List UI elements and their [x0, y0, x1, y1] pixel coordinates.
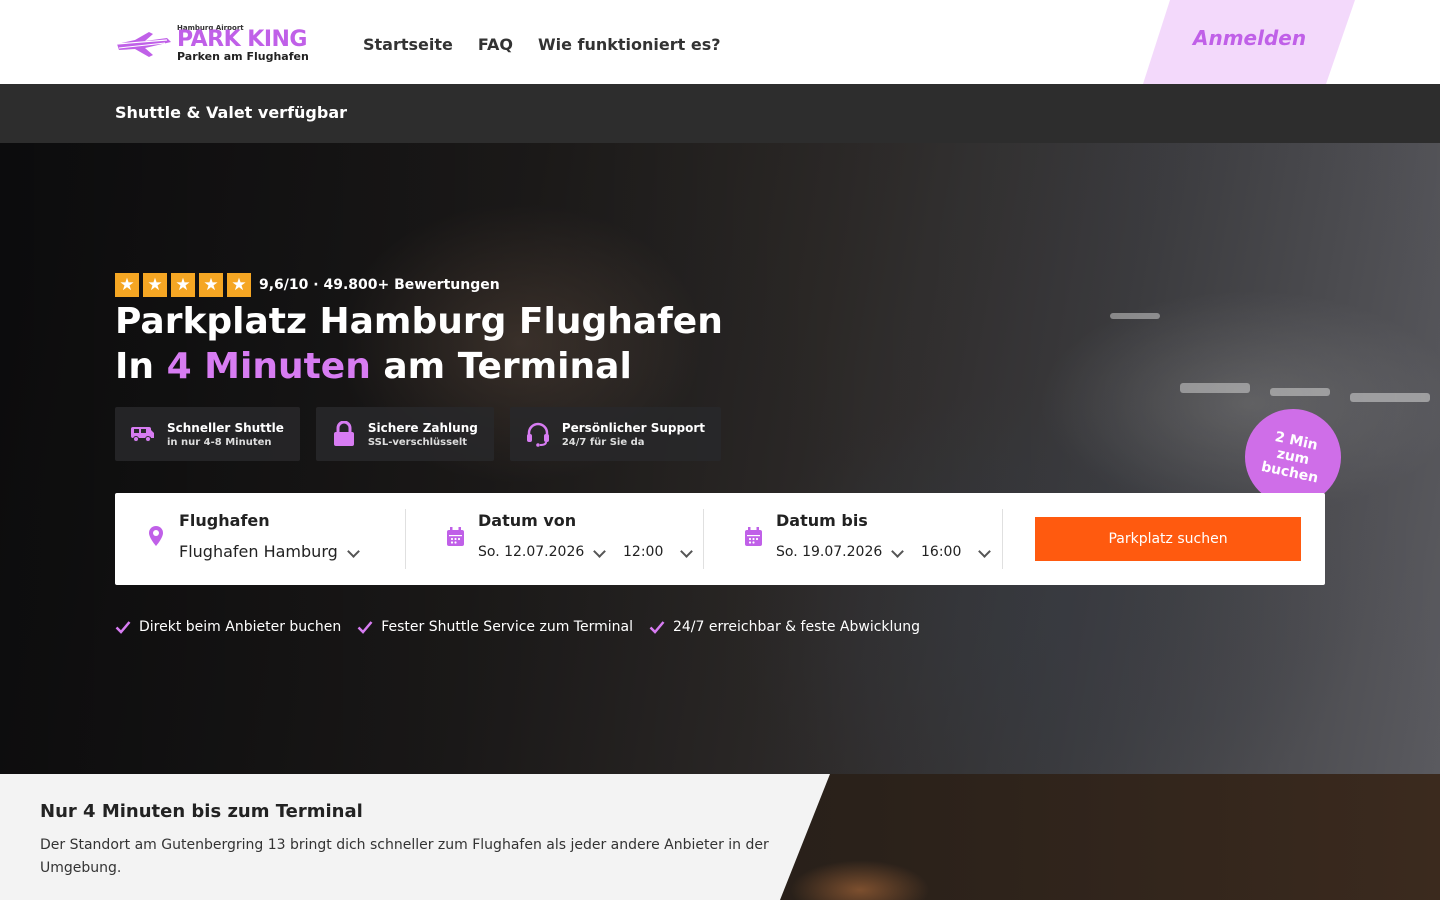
site-header: Hamburg Airport PARK KING Parken am Flug… — [0, 0, 1440, 84]
date-to-time[interactable]: 16:00 — [921, 544, 961, 560]
date-to-label: Datum bis — [776, 511, 868, 530]
logo-brand: PARK KING — [177, 27, 307, 52]
airport-value: Flughafen Hamburg — [179, 542, 338, 561]
hero-title-accent: 4 Minuten — [166, 346, 371, 387]
logo[interactable]: Hamburg Airport PARK KING Parken am Flug… — [115, 24, 315, 64]
info-text: Der Standort am Gutenbergring 13 bringt … — [40, 837, 769, 876]
rating-text: 9,6/10 · 49.800+ Bewertungen — [259, 277, 500, 293]
benefit-item: 24/7 erreichbar & feste Abwicklung — [649, 619, 920, 635]
feature-payment-text: Sichere Zahlung SSL-verschlüsselt — [368, 421, 478, 448]
shuttle-bus-icon — [129, 420, 157, 448]
login-label: Anmelden — [1193, 26, 1307, 50]
hero-section: ★ ★ ★ ★ ★ 9,6/10 · 49.800+ Bewertungen P… — [0, 143, 1440, 774]
date-to-field: Datum bis So. 19.07.2026 16:00 — [704, 493, 1002, 585]
info-bar-text: Shuttle & Valet verfügbar — [115, 103, 348, 122]
bottom-image-glow — [790, 860, 930, 900]
hero-title-line1: Parkplatz Hamburg Flughafen — [115, 301, 723, 342]
chevron-down-icon[interactable] — [593, 545, 606, 558]
feature-payment: Sichere Zahlung SSL-verschlüsselt — [315, 407, 494, 461]
hero-title-suffix: am Terminal — [383, 346, 632, 387]
feature-list: Schneller Shuttle in nur 4-8 Minuten Sic… — [115, 407, 721, 461]
airport-select[interactable]: Flughafen Flughafen Hamburg — [115, 493, 405, 585]
checkmark-icon — [357, 621, 373, 634]
info-bar: Shuttle & Valet verfügbar — [0, 84, 1440, 143]
feature-support: Persönlicher Support 24/7 für Sie da — [509, 407, 721, 461]
feature-shuttle-text: Schneller Shuttle in nur 4-8 Minuten — [167, 421, 284, 448]
date-from-time[interactable]: 12:00 — [623, 544, 663, 560]
airport-label: Flughafen — [179, 511, 270, 530]
badge-text: 2 Min zum buchen — [1259, 429, 1320, 487]
star-icon: ★ — [115, 273, 139, 297]
headset-icon — [524, 420, 552, 448]
date-from-field: Datum von So. 12.07.2026 12:00 — [406, 493, 704, 585]
airplane-logo-icon — [116, 32, 171, 57]
date-from-label: Datum von — [478, 511, 577, 530]
main-nav: Startseite FAQ Wie funktioniert es? — [363, 35, 721, 54]
star-icon: ★ — [227, 273, 251, 297]
feature-subtitle: in nur 4-8 Minuten — [167, 436, 272, 448]
chevron-down-icon[interactable] — [891, 545, 904, 558]
star-icon: ★ — [143, 273, 167, 297]
benefit-list: Direkt beim Anbieter buchen Fester Shutt… — [115, 619, 920, 635]
date-to-date[interactable]: So. 19.07.2026 — [776, 544, 882, 560]
divider — [1002, 509, 1003, 569]
benefit-text: Direkt beim Anbieter buchen — [139, 619, 342, 635]
location-pin-icon — [149, 526, 163, 546]
lock-icon — [330, 420, 358, 448]
feature-title: Schneller Shuttle — [167, 420, 284, 435]
login-button[interactable]: Anmelden — [1143, 0, 1355, 84]
chevron-down-icon — [347, 545, 360, 558]
nav-how-it-works[interactable]: Wie funktioniert es? — [538, 35, 721, 54]
nav-faq[interactable]: FAQ — [478, 35, 513, 54]
feature-subtitle: 24/7 für Sie da — [561, 436, 645, 448]
feature-support-text: Persönlicher Support 24/7 für Sie da — [562, 421, 705, 448]
search-parking-button[interactable]: Parkplatz suchen — [1035, 517, 1301, 561]
chevron-down-icon[interactable] — [680, 545, 693, 558]
benefit-item: Direkt beim Anbieter buchen — [115, 619, 341, 635]
chevron-down-icon[interactable] — [978, 545, 991, 558]
hero-title-prefix: In — [115, 346, 155, 387]
nav-startseite[interactable]: Startseite — [363, 35, 453, 54]
checkmark-icon — [115, 621, 131, 634]
hero-title: Parkplatz Hamburg Flughafen In 4 Minuten… — [115, 299, 723, 389]
search-form: Flughafen Flughafen Hamburg Datum von So… — [115, 493, 1325, 585]
star-icon: ★ — [171, 273, 195, 297]
feature-shuttle: Schneller Shuttle in nur 4-8 Minuten — [115, 407, 300, 461]
star-icon: ★ — [199, 273, 223, 297]
calendar-icon — [447, 527, 464, 546]
benefit-text: 24/7 erreichbar & feste Abwicklung — [672, 619, 921, 635]
feature-title: Persönlicher Support — [561, 420, 705, 435]
logo-tagline: Parken am Flughafen — [177, 50, 309, 63]
rating: ★ ★ ★ ★ ★ 9,6/10 · 49.800+ Bewertungen — [115, 273, 500, 297]
benefit-item: Fester Shuttle Service zum Terminal — [357, 619, 633, 635]
hero-title-line2: In 4 Minuten am Terminal — [115, 344, 723, 389]
feature-title: Sichere Zahlung — [367, 420, 478, 435]
date-from-date[interactable]: So. 12.07.2026 — [478, 544, 584, 560]
info-title: Nur 4 Minuten bis zum Terminal — [40, 801, 363, 822]
calendar-icon — [745, 527, 762, 546]
benefit-text: Fester Shuttle Service zum Terminal — [381, 619, 633, 635]
checkmark-icon — [649, 621, 665, 634]
feature-subtitle: SSL-verschlüsselt — [367, 436, 468, 448]
